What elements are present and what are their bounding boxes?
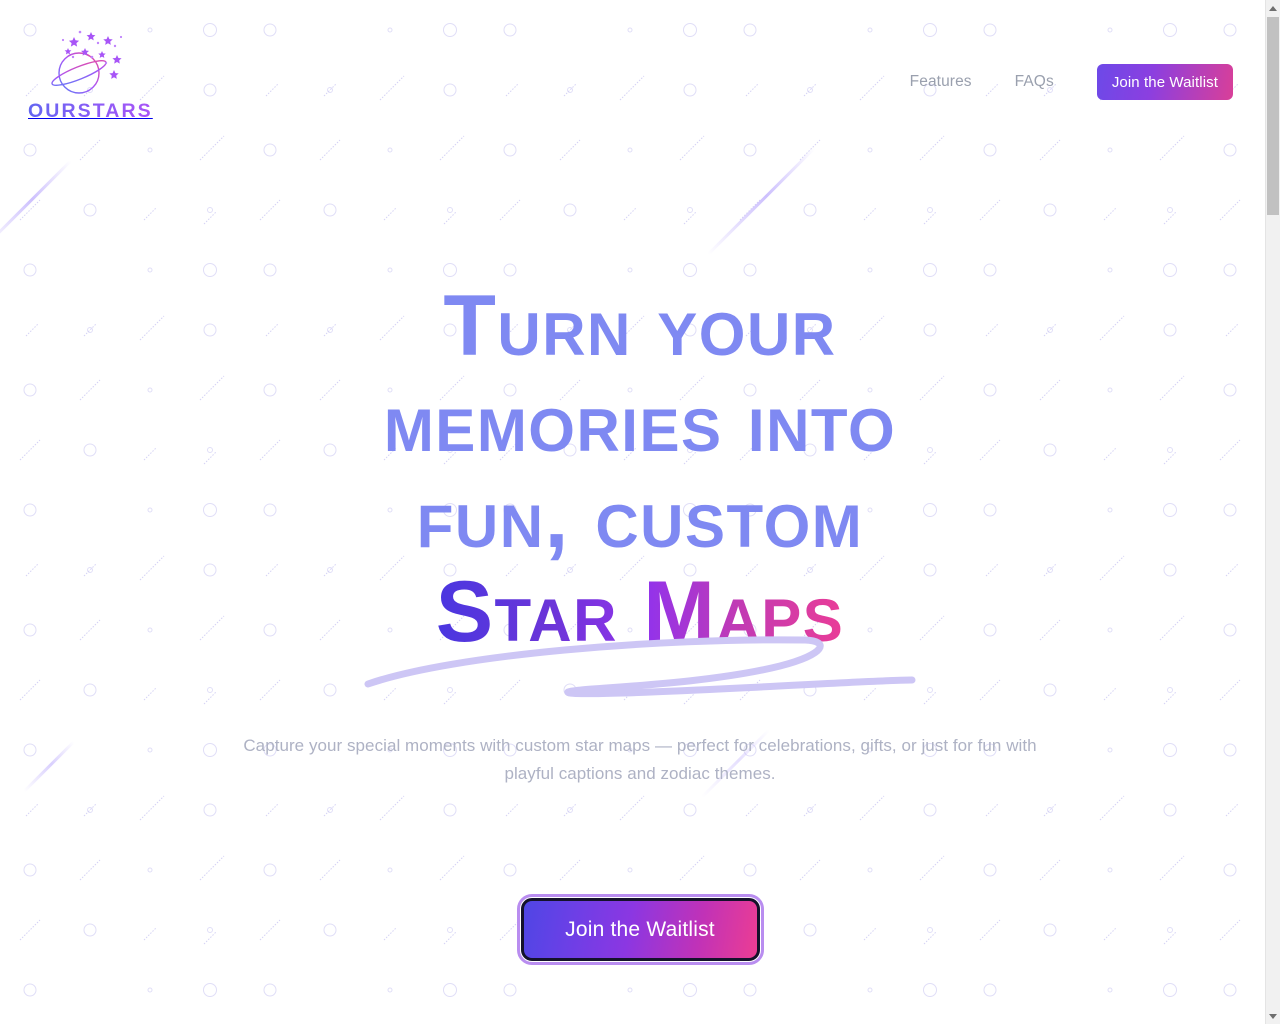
brand-name: OURSTARS xyxy=(28,100,153,122)
hero-cta-wrapper: Join the Waitlist xyxy=(0,894,1280,965)
nav-join-waitlist-button[interactable]: Join the Waitlist xyxy=(1096,64,1233,100)
scroll-up-button[interactable] xyxy=(1266,0,1280,16)
scroll-down-button[interactable] xyxy=(1266,1008,1280,1024)
shooting-star-streak xyxy=(706,147,816,256)
site-header: OURSTARS Features FAQs Join the Waitlist xyxy=(0,0,1280,148)
shooting-star-streak xyxy=(0,160,72,247)
scroll-up-arrow-icon xyxy=(1269,5,1277,11)
headline-line-2: memories into xyxy=(383,374,897,470)
scroll-down-arrow-icon xyxy=(1269,1013,1277,1019)
vertical-scrollbar[interactable] xyxy=(1265,0,1280,1024)
hero-join-waitlist-button[interactable]: Join the Waitlist xyxy=(516,894,764,965)
headline-line-3: fun, custom xyxy=(416,470,864,566)
headline-line-1: Turn your xyxy=(443,278,837,374)
scrollbar-thumb[interactable] xyxy=(1267,17,1279,215)
planet-with-stars-icon xyxy=(51,30,123,94)
shooting-star-streak xyxy=(23,740,75,793)
nav-link-faqs[interactable]: FAQs xyxy=(1015,73,1054,91)
hero-subtitle: Capture your special moments with custom… xyxy=(243,736,1037,783)
page-root: OURSTARS Features FAQs Join the Waitlist… xyxy=(0,0,1280,1024)
headline-accent-star-maps: Star Maps xyxy=(435,564,845,660)
main-navigation: Features FAQs Join the Waitlist xyxy=(910,64,1233,100)
nav-link-features[interactable]: Features xyxy=(910,73,972,91)
brand-logo[interactable]: OURSTARS xyxy=(28,26,153,122)
headline-accent-wrapper: Star Maps xyxy=(140,564,1140,698)
page-title: Turn your memories into fun, custom Star… xyxy=(140,278,1140,698)
